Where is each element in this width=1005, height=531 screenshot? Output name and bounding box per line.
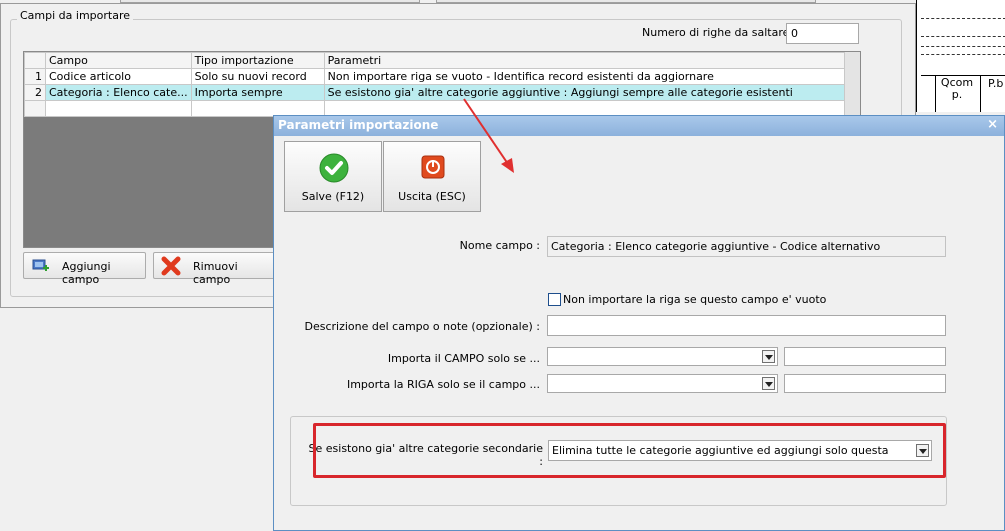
remove-field-button[interactable]: Rimuovi campo	[153, 252, 275, 286]
column-header-tipo[interactable]: Tipo importazione	[190, 52, 325, 69]
report-dash-line	[921, 36, 1005, 37]
row-number: 1	[24, 68, 46, 85]
column-header-campo[interactable]: Campo	[45, 52, 192, 69]
skip-rows-label: Numero di righe da saltare :	[642, 26, 797, 39]
field-name-value: Categoria : Elenco categorie aggiuntive …	[547, 236, 946, 257]
skip-rows-input[interactable]: 0	[786, 23, 859, 44]
row-number: 2	[24, 84, 46, 101]
dropdown-icon[interactable]	[762, 350, 775, 363]
cell-campo[interactable]	[45, 100, 192, 117]
exit-button-label: Uscita (ESC)	[398, 190, 466, 203]
add-field-button[interactable]: Aggiungi campo	[23, 252, 146, 286]
report-header-qcom: Qcom p.	[940, 76, 974, 101]
column-header-parametri[interactable]: Parametri	[323, 52, 860, 69]
import-field-if-extra-input[interactable]	[784, 347, 946, 366]
cell-campo[interactable]: Codice articolo	[45, 68, 192, 85]
cell-tipo[interactable]: Importa sempre	[190, 84, 325, 101]
description-input[interactable]	[547, 315, 946, 336]
import-parameters-dialog: Parametri importazione × Salve (F12) Usc…	[273, 115, 1005, 531]
close-icon[interactable]: ×	[987, 117, 998, 132]
skip-empty-checkbox[interactable]	[548, 293, 561, 306]
report-rule	[980, 75, 981, 112]
remove-field-label: Rimuovi campo	[193, 260, 238, 286]
table-header-row: Campo Tipo importazione Parametri	[24, 52, 860, 69]
save-button-label: Salve (F12)	[301, 190, 365, 203]
row-number-header	[24, 52, 46, 69]
dropdown-icon[interactable]	[762, 377, 775, 390]
dialog-title-bar[interactable]: Parametri importazione ×	[274, 116, 1004, 136]
cell-campo[interactable]: Categoria : Elenco cate...	[45, 84, 192, 101]
add-field-label: Aggiungi campo	[62, 260, 111, 286]
import-field-if-label: Importa il CAMPO solo se ...	[387, 352, 540, 365]
cell-tipo[interactable]: Solo su nuovi record	[190, 68, 325, 85]
cell-parametri[interactable]: Non importare riga se vuoto - Identifica…	[323, 68, 860, 85]
cell-parametri[interactable]: Se esistono gia' altre categorie aggiunt…	[323, 84, 860, 101]
highlight-box	[313, 423, 946, 478]
import-row-if-extra-input[interactable]	[784, 374, 946, 393]
save-button[interactable]: Salve (F12)	[284, 141, 382, 212]
add-field-icon	[32, 258, 50, 277]
report-rule	[935, 75, 936, 112]
remove-x-icon	[160, 255, 182, 280]
import-row-if-select[interactable]	[547, 374, 778, 393]
skip-empty-checkbox-label[interactable]: Non importare la riga se questo campo e'…	[563, 293, 826, 306]
group-title: Campi da importare	[17, 9, 133, 22]
row-number	[24, 100, 46, 117]
exit-icon	[421, 155, 445, 182]
report-header-pb: P.b	[988, 77, 1004, 90]
checkmark-icon	[319, 153, 349, 186]
import-row-if-label: Importa la RIGA solo se il campo ...	[346, 378, 540, 391]
report-preview: Qcom p. P.b	[916, 0, 1005, 112]
report-dash-line	[921, 46, 1005, 47]
description-label: Descrizione del campo o note (opzionale)…	[304, 320, 540, 333]
table-row-selected[interactable]: 2 Categoria : Elenco cate... Importa sem…	[24, 84, 860, 101]
report-dash-line	[921, 18, 1005, 19]
fields-table: Campo Tipo importazione Parametri 1 Codi…	[24, 52, 860, 117]
dialog-title: Parametri importazione	[278, 118, 439, 132]
annotation-arrow	[463, 98, 514, 173]
field-name-label: Nome campo :	[459, 239, 540, 252]
table-row[interactable]: 1 Codice articolo Solo su nuovi record N…	[24, 68, 860, 85]
report-dash-line	[921, 54, 1005, 55]
import-field-if-select[interactable]	[547, 347, 778, 366]
